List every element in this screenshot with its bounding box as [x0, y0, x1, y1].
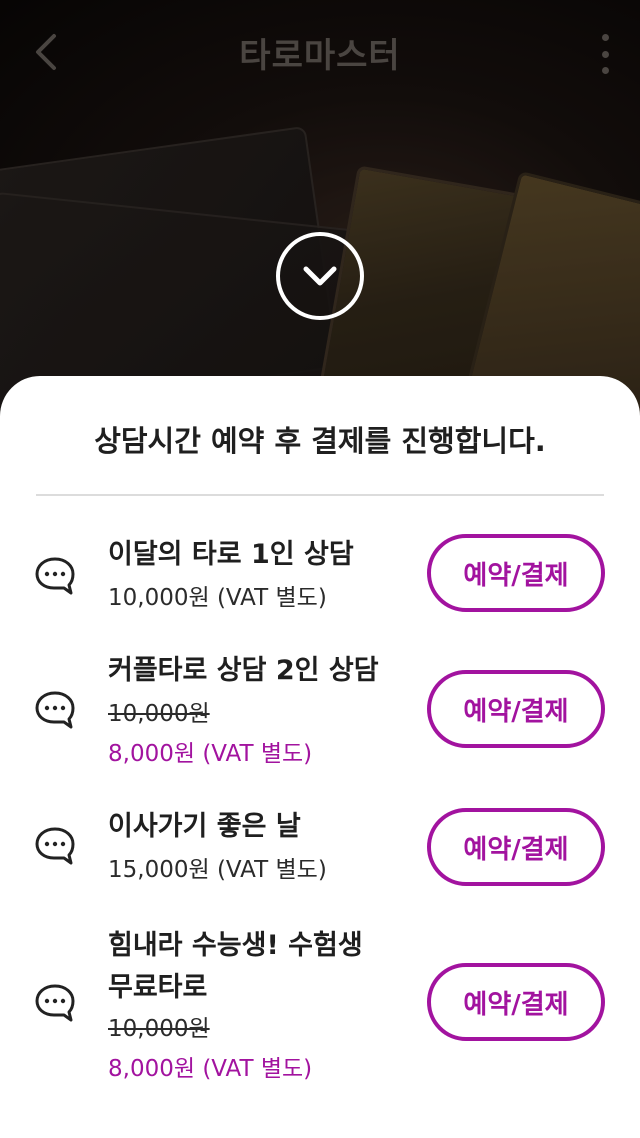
more-menu-button[interactable]	[598, 34, 612, 74]
book-pay-button[interactable]: 예약/결제	[427, 963, 605, 1041]
list-item: 커플타로 상담 2인 상담 10,000원 8,000원 (VAT 별도) 예약…	[0, 646, 640, 786]
item-name-line2: 무료타로	[108, 972, 208, 1003]
chat-bubble-icon	[35, 691, 75, 729]
chat-bubble-icon	[35, 557, 75, 595]
divider	[36, 494, 604, 496]
list-item: 힘내라 수능생! 수험생 무료타로 10,000원 8,000원 (VAT 별도…	[0, 921, 640, 1101]
item-sale-price: 8,000원 (VAT 별도)	[108, 1056, 313, 1082]
item-price: 15,000원 (VAT 별도)	[108, 857, 327, 883]
item-sale-price: 8,000원 (VAT 별도)	[108, 741, 313, 767]
item-original-price: 10,000원	[108, 701, 210, 727]
item-price: 10,000원 (VAT 별도)	[108, 585, 327, 611]
item-name-line1: 힘내라 수능생! 수험생	[108, 930, 363, 961]
item-name: 커플타로 상담 2인 상담	[108, 655, 379, 686]
collapse-sheet-button[interactable]	[276, 232, 364, 320]
chat-bubble-icon	[35, 984, 75, 1022]
book-pay-button[interactable]: 예약/결제	[427, 808, 605, 886]
item-name: 이달의 타로 1인 상담	[108, 539, 354, 570]
booking-sheet: 상담시간 예약 후 결제를 진행합니다. 이달의 타로 1인 상담 10,000…	[0, 376, 640, 1138]
book-pay-button[interactable]: 예약/결제	[427, 534, 605, 612]
item-name: 이사가기 좋은 날	[108, 811, 301, 842]
chevron-down-icon	[303, 266, 337, 286]
sheet-title: 상담시간 예약 후 결제를 진행합니다.	[94, 424, 546, 458]
list-item: 이사가기 좋은 날 15,000원 (VAT 별도) 예약/결제	[0, 796, 640, 906]
list-item: 이달의 타로 1인 상담 10,000원 (VAT 별도) 예약/결제	[0, 516, 640, 636]
chat-bubble-icon	[35, 827, 75, 865]
page-title: 타로마스터	[239, 36, 401, 76]
top-bar: 타로마스터	[0, 0, 640, 110]
more-vertical-icon	[601, 34, 609, 41]
item-original-price: 10,000원	[108, 1016, 210, 1042]
book-pay-button[interactable]: 예약/결제	[427, 670, 605, 748]
